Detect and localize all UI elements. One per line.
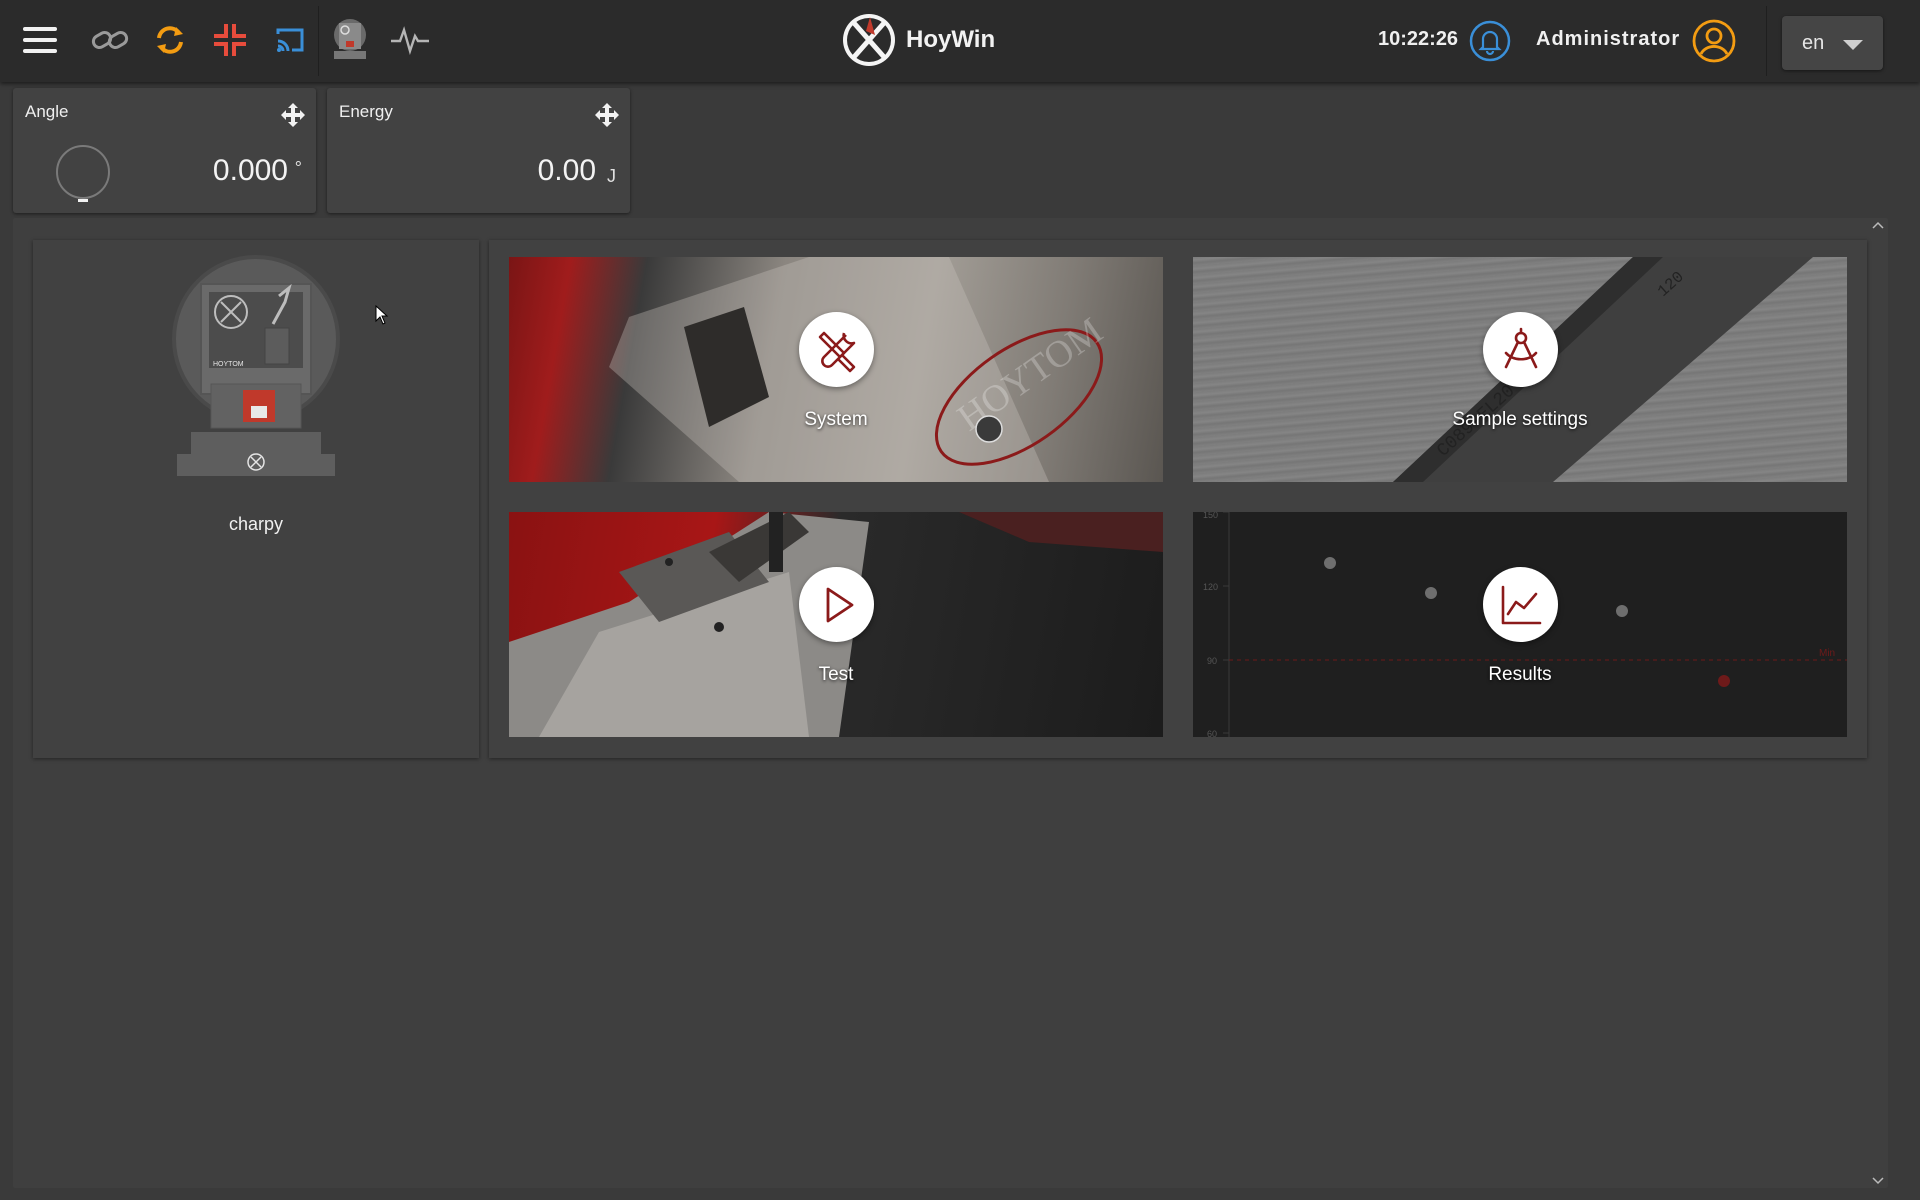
tick-label: 150: [1203, 512, 1218, 520]
angle-value: 0.000: [212, 154, 288, 187]
tiles-card: HOYTOM System C089-EL20 120 Sample setti…: [489, 240, 1867, 758]
cast-icon[interactable]: [266, 16, 314, 64]
pulse-icon[interactable]: [386, 16, 434, 64]
test-tile[interactable]: Test: [509, 512, 1163, 737]
data-point: [1324, 557, 1336, 569]
clock: 10:22:26: [1378, 28, 1459, 50]
bell-icon[interactable]: [1466, 17, 1514, 65]
tile-label: Results: [1488, 664, 1552, 685]
energy-unit: J: [607, 166, 616, 186]
brand[interactable]: HoyWin: [840, 12, 995, 68]
chart-line-icon: [1483, 567, 1558, 642]
angle-widget: Angle 0.000 °: [13, 88, 316, 213]
tile-label: System: [804, 409, 868, 430]
tick-label: 60: [1207, 729, 1217, 737]
machine-name: charpy: [228, 514, 284, 534]
sample-settings-tile[interactable]: C089-EL20 120 Sample settings: [1193, 257, 1847, 482]
tile-label: Test: [818, 664, 854, 685]
data-point: [1616, 605, 1628, 617]
energy-value: 0.00: [537, 154, 596, 187]
machine-card[interactable]: HOYTOM charpy: [33, 240, 479, 758]
hoytom-logo-icon: [843, 14, 895, 66]
chevron-down-icon: [1843, 40, 1863, 50]
user-avatar-icon[interactable]: [1690, 17, 1738, 65]
widget-title: Energy: [339, 102, 393, 121]
app-title: HoyWin: [906, 26, 996, 53]
energy-widget: Energy 0.00 J: [327, 88, 630, 213]
language-select[interactable]: en: [1782, 16, 1883, 70]
user-name[interactable]: Administrator: [1536, 28, 1680, 51]
angle-unit: °: [294, 158, 302, 178]
toolbar-divider: [1766, 6, 1767, 76]
move-icon[interactable]: [594, 102, 620, 128]
results-tile[interactable]: 150 120 90 60 Min Results: [1193, 512, 1847, 737]
move-icon[interactable]: [280, 102, 306, 128]
mouse-cursor-icon: [375, 305, 389, 325]
scroll-up-icon[interactable]: [1872, 220, 1884, 230]
menu-icon[interactable]: [16, 16, 64, 64]
data-point: [1425, 587, 1437, 599]
charpy-machine-image: HOYTOM: [172, 255, 340, 476]
top-bar: HoyWin 10:22:26 Administrator en: [0, 0, 1920, 82]
angle-gauge-icon: [56, 145, 110, 202]
compass-icon: [1483, 312, 1558, 387]
toolbar-divider: [318, 6, 319, 76]
tile-label: Sample settings: [1452, 409, 1588, 430]
collapse-icon[interactable]: [206, 16, 254, 64]
widget-title: Angle: [25, 102, 69, 121]
link-icon[interactable]: [86, 16, 134, 64]
scroll-down-icon[interactable]: [1872, 1176, 1884, 1186]
sync-icon[interactable]: [146, 16, 194, 64]
tools-icon: [799, 312, 874, 387]
machine-icon[interactable]: [326, 16, 374, 64]
system-tile[interactable]: HOYTOM System: [509, 257, 1163, 482]
min-label: Min: [1819, 648, 1835, 659]
svg-text:HOYTOM: HOYTOM: [213, 361, 244, 368]
play-icon: [799, 567, 874, 642]
tick-label: 120: [1203, 582, 1218, 592]
language-value: en: [1802, 31, 1825, 54]
